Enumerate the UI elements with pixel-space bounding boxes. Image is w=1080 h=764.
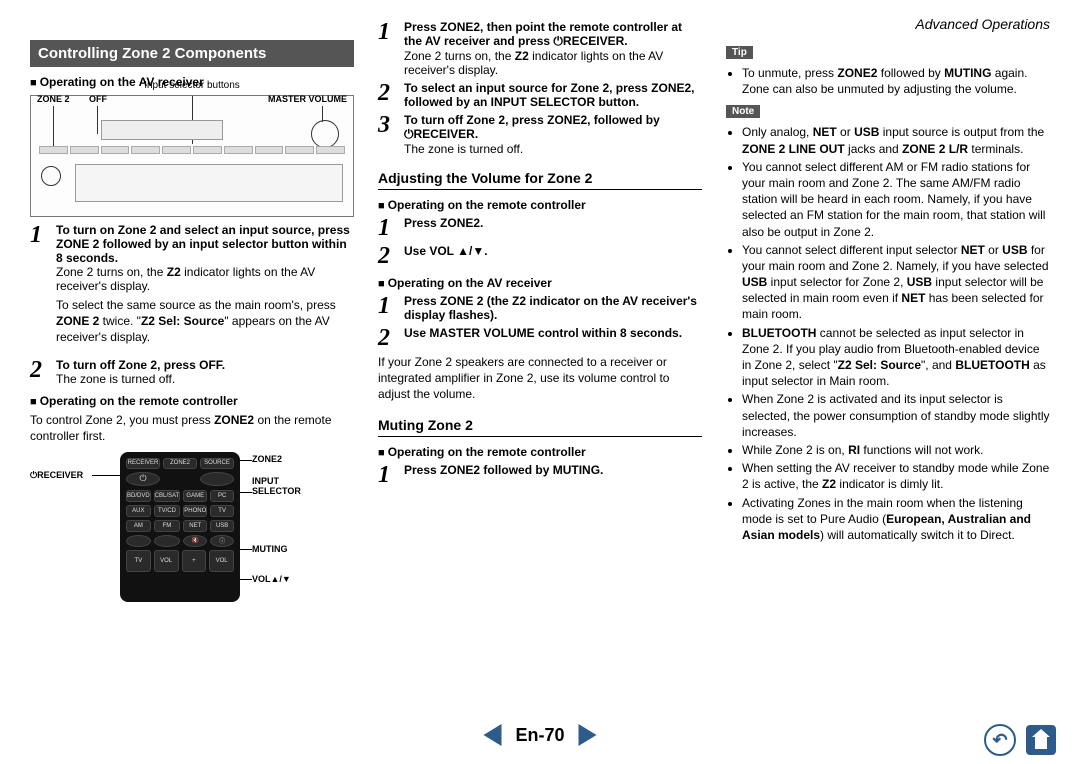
col1-step2-body: The zone is turned off.: [56, 372, 354, 386]
diagram-label-off: OFF: [89, 94, 107, 104]
heading-remote-controller-2: Operating on the remote controller: [378, 198, 702, 212]
remote-btn: ZONE2: [163, 458, 197, 469]
note-item: Only analog, NET or USB input source is …: [742, 124, 1050, 156]
remote-btn: TV/CD: [154, 505, 181, 517]
callout-muting: MUTING: [252, 544, 288, 554]
step-number-1: 1: [378, 216, 404, 240]
remote-btn: PC: [210, 490, 234, 502]
remote-btn: VOL: [154, 550, 179, 572]
step-number-1: 1: [30, 223, 56, 247]
col2-step-1: 1 Press ZONE2, then point the remote con…: [378, 20, 702, 77]
home-icon[interactable]: [1026, 725, 1056, 755]
col1-step-2: 2 To turn off Zone 2, press OFF. The zon…: [30, 358, 354, 386]
remote-btn: [200, 472, 234, 486]
remote-body: RECEIVER ZONE2 SOURCE ⏻ BD/DVD CBL/SAT G…: [120, 452, 240, 602]
remote-intro: To control Zone 2, you must press ZONE2 …: [30, 412, 354, 444]
selector-button-row: [39, 146, 345, 154]
receiver-display: [101, 120, 223, 140]
note-item: While Zone 2 is on, RI functions will no…: [742, 442, 1050, 458]
note-item: You cannot select different AM or FM rad…: [742, 159, 1050, 240]
heading-remote-controller-3: Operating on the remote controller: [378, 445, 702, 459]
step-number-2: 2: [30, 358, 56, 382]
header-section: Advanced Operations: [915, 16, 1050, 32]
diagram-label-zone2: ZONE 2: [37, 94, 70, 104]
footer-nav: En-70 ↶: [0, 724, 1080, 758]
page-content: Controlling Zone 2 Components Operating …: [0, 0, 1080, 730]
remote-btn: SOURCE: [200, 458, 234, 469]
tip-label: Tip: [726, 46, 753, 59]
vol-up-down-icon: VOL: [209, 550, 234, 572]
note-item: Activating Zones in the main room when t…: [742, 495, 1050, 544]
col1-step2-lead: To turn off Zone 2, press OFF.: [56, 358, 225, 372]
rvol-step-2: 2 Use MASTER VOLUME control within 8 sec…: [378, 326, 702, 350]
remote-btn: PHONO: [183, 505, 207, 517]
col1-step1-lead: To turn on Zone 2 and select an input so…: [56, 223, 350, 265]
subhead-adjust-volume: Adjusting the Volume for Zone 2: [378, 170, 702, 190]
remote-btn: +: [182, 550, 207, 572]
mute-step-1: 1 Press ZONE2 followed by MUTING.: [378, 463, 702, 487]
prev-page-icon[interactable]: [483, 724, 501, 746]
remote-btn: AUX: [126, 505, 151, 517]
remote-btn: USB: [210, 520, 234, 532]
callout-input-selector: INPUT SELECTOR: [252, 476, 312, 496]
note-block: Note Only analog, NET or USB input sourc…: [726, 99, 1050, 543]
col2-step-3: 3 To turn off Zone 2, press ZONE2, follo…: [378, 113, 702, 156]
rvol-step-1: 1 Press ZONE 2 (the Z2 indicator on the …: [378, 294, 702, 322]
callout-receiver: ⏻RECEIVER: [30, 470, 83, 481]
step-number-1: 1: [378, 294, 404, 318]
remote-btn: FM: [154, 520, 181, 532]
step-number-2: 2: [378, 244, 404, 268]
note-item: BLUETOOTH cannot be selected as input se…: [742, 325, 1050, 390]
small-knob: [41, 166, 61, 186]
remote-btn: GAME: [183, 490, 207, 502]
next-page-icon[interactable]: [579, 724, 597, 746]
muting-icon: 🔇: [183, 535, 207, 547]
vol-step-2: 2 Use VOL ▲/▼.: [378, 244, 702, 268]
back-icon[interactable]: ↶: [984, 724, 1016, 756]
callout-zone2: ZONE2: [252, 454, 282, 464]
note-item: When Zone 2 is activated and its input s…: [742, 391, 1050, 440]
note-item: When setting the AV receiver to standby …: [742, 460, 1050, 492]
diagram-label-input-selector: Input selector buttons: [144, 80, 240, 91]
note-label: Note: [726, 105, 760, 118]
remote-btn: RECEIVER: [126, 458, 160, 469]
tip-item: To unmute, press ZONE2 followed by MUTIN…: [742, 65, 1050, 97]
vol-step-1: 1 Press ZONE2.: [378, 216, 702, 240]
step-number-1: 1: [378, 463, 404, 487]
note-item: You cannot select different input select…: [742, 242, 1050, 323]
tip-block: Tip To unmute, press ZONE2 followed by M…: [726, 40, 1050, 97]
remote-btn: TV: [126, 550, 151, 572]
step-number-2: 2: [378, 326, 404, 350]
lower-panel: [75, 164, 343, 202]
master-volume-knob: [311, 120, 339, 148]
remote-btn: [154, 535, 181, 547]
remote-illustration: ⏻RECEIVER ZONE2 INPUT SELECTOR MUTING VO…: [30, 452, 354, 602]
remote-btn: NET: [183, 520, 207, 532]
subhead-muting: Muting Zone 2: [378, 417, 702, 437]
heading-av-receiver-2: Operating on the AV receiver: [378, 276, 702, 290]
col2-step-2: 2 To select an input source for Zone 2, …: [378, 81, 702, 109]
heading-remote-controller-1: Operating on the remote controller: [30, 394, 354, 408]
callout-vol: VOL▲/▼: [252, 574, 291, 584]
step-number-3: 3: [378, 113, 404, 137]
remote-btn: AM: [126, 520, 151, 532]
av-receiver-illustration: Input selector buttons ZONE 2 OFF MASTER…: [30, 95, 354, 217]
remote-btn: [126, 535, 151, 547]
vol-note: If your Zone 2 speakers are connected to…: [378, 354, 702, 403]
diagram-label-master-volume: MASTER VOLUME: [268, 94, 347, 104]
remote-btn: BD/DVD: [126, 490, 151, 502]
page-number: En-70: [515, 725, 564, 746]
col1-step-1: 1 To turn on Zone 2 and select an input …: [30, 223, 354, 354]
power-icon: ⏻: [126, 472, 160, 486]
remote-btn: CBL/SAT: [154, 490, 181, 502]
remote-btn: TV: [210, 505, 234, 517]
step-number-2: 2: [378, 81, 404, 105]
remote-btn: ⓘ: [210, 535, 234, 547]
section-banner: Controlling Zone 2 Components: [30, 40, 354, 67]
step-number-1: 1: [378, 20, 404, 44]
